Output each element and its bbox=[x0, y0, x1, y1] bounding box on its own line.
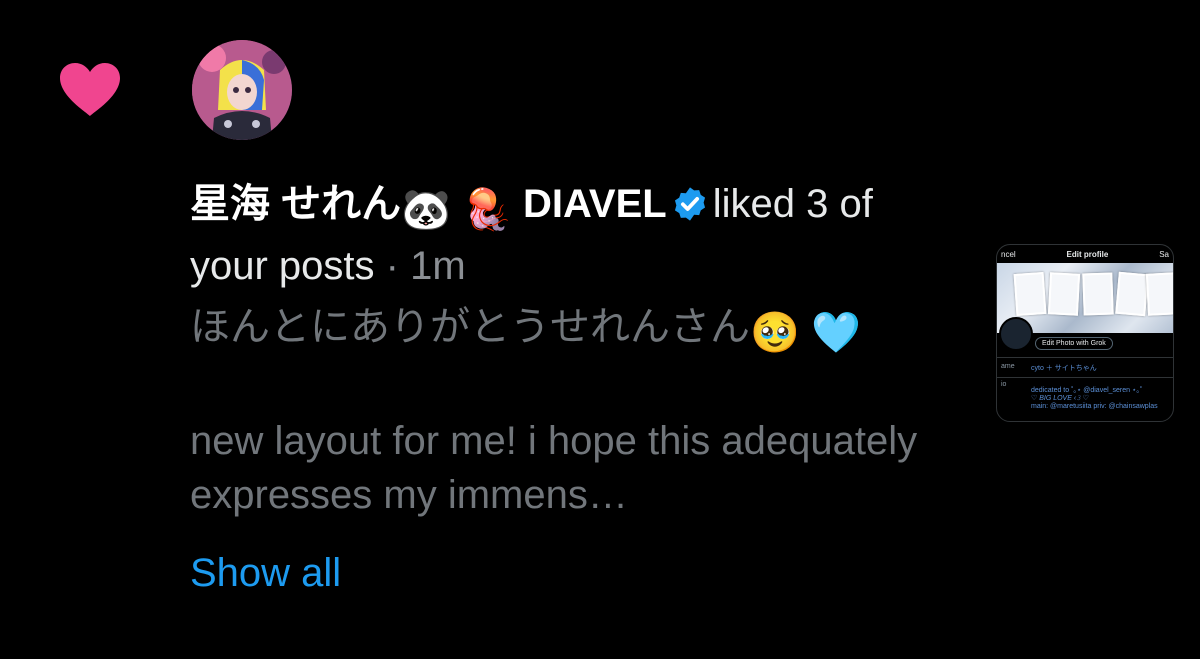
like-notification[interactable]: 星海 せれん🐼 🪼 DIAVEL liked 3 of your posts · … bbox=[0, 0, 1200, 659]
panda-emoji-icon: 🐼 bbox=[401, 187, 451, 233]
thumbnail-title: Edit profile bbox=[1066, 249, 1109, 259]
thumbnail-name-value: cyto ＋ サイトちゃん bbox=[1031, 365, 1097, 372]
user-display-name[interactable]: 星海 せれん🐼 🪼 DIAVEL bbox=[190, 182, 667, 233]
thumbnail-bio-line3: main: @maretusiita priv: @chainsawplas bbox=[1031, 403, 1158, 410]
post-line-english: new layout for me! i hope this adequatel… bbox=[190, 419, 918, 517]
show-all-link[interactable]: Show all bbox=[190, 548, 341, 598]
verified-badge-icon bbox=[674, 187, 705, 221]
user-name-part1: 星海 せれん bbox=[190, 182, 402, 226]
timestamp: 1m bbox=[410, 244, 466, 288]
thumbnail-bio-label: io bbox=[1001, 381, 1007, 388]
heart-icon bbox=[60, 63, 120, 116]
thumbnail-avatar bbox=[999, 317, 1033, 351]
post-line-japanese: ほんとにありがとうせれんさん bbox=[190, 305, 750, 349]
thumbnail-edit-photo-button: Edit Photo with Grok bbox=[1035, 337, 1113, 350]
user-name-part2: DIAVEL bbox=[523, 182, 667, 226]
thumbnail-header: ncel Edit profile Sa bbox=[997, 245, 1173, 263]
pleading-face-emoji-icon: 🥹 bbox=[750, 310, 800, 356]
thumbnail-save: Sa bbox=[1159, 249, 1169, 259]
notification-content: 星海 せれん🐼 🪼 DIAVEL liked 3 of your posts · … bbox=[190, 176, 950, 598]
user-avatar[interactable] bbox=[192, 40, 292, 140]
thumbnail-name-label: ame bbox=[1001, 363, 1015, 370]
thumbnail-cancel: ncel bbox=[1001, 249, 1016, 259]
post-preview[interactable]: ほんとにありがとうせれんさん🥹 🩵 new layout for me! i h… bbox=[190, 300, 950, 522]
thumbnail-bio-line2: ♡ BIG LOVE ‹𝟹 ♡ bbox=[1031, 395, 1089, 402]
post-media-thumbnail[interactable]: ncel Edit profile Sa Edit Photo with Gro… bbox=[996, 244, 1174, 422]
notification-headline: 星海 せれん🐼 🪼 DIAVEL liked 3 of your posts · … bbox=[190, 176, 950, 294]
jellyfish-emoji-icon: 🪼 bbox=[462, 187, 512, 233]
light-blue-heart-emoji-icon: 🩵 bbox=[810, 310, 861, 356]
separator-dot: · bbox=[385, 244, 399, 288]
